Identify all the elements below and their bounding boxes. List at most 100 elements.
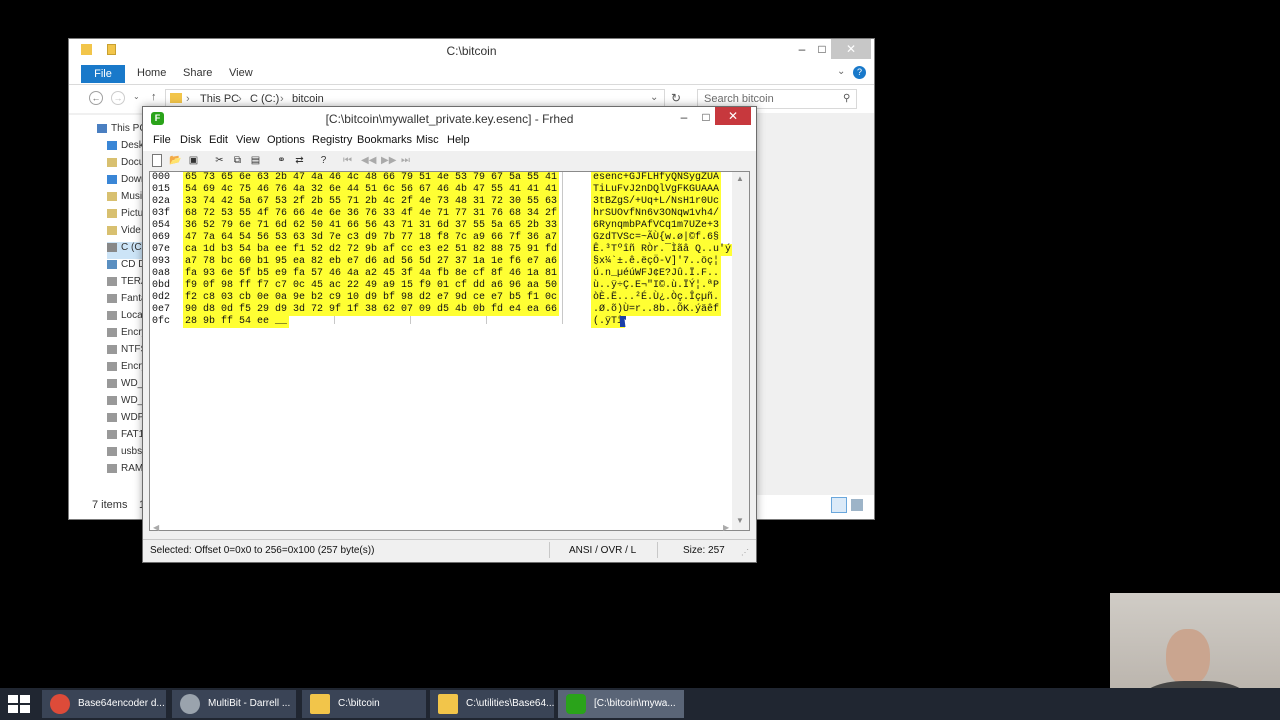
- menu-help[interactable]: Help: [447, 134, 470, 146]
- last-bookmark-icon[interactable]: ⏭: [399, 154, 412, 167]
- tab-share[interactable]: Share: [183, 67, 212, 79]
- save-icon[interactable]: ▣: [187, 154, 200, 167]
- hex-row[interactable]: a7 78 bc 60 b1 95 ea 82 eb e7 d6 ad 56 5…: [183, 256, 560, 268]
- menu-edit[interactable]: Edit: [209, 134, 228, 146]
- menu-misc[interactable]: Misc: [416, 134, 439, 146]
- hex-row[interactable]: 47 7a 64 54 56 53 63 3d 7e c3 d9 7b 77 1…: [183, 232, 560, 244]
- menu-registry[interactable]: Registry: [312, 134, 352, 146]
- menu-disk[interactable]: Disk: [180, 134, 201, 146]
- breadcrumb-this-pc[interactable]: This PC: [200, 93, 239, 105]
- details-view-icon[interactable]: [831, 497, 847, 513]
- breadcrumb-bitcoin[interactable]: bitcoin: [292, 93, 324, 105]
- ascii-row[interactable]: ù..ÿ÷Ç.E¬"I©.ù.ÏÝ¦.ªP: [591, 280, 722, 292]
- help-icon[interactable]: ?: [853, 66, 866, 79]
- close-button[interactable]: ✕: [715, 107, 751, 125]
- nav-item[interactable]: RAM: [107, 463, 143, 480]
- hex-editor-area[interactable]: 000 65 73 65 6e 63 2b 47 4a 46 4c 48 66 …: [149, 171, 750, 531]
- ascii-row[interactable]: 6RynqmbPAfVCq1m7UZe+3: [591, 220, 722, 232]
- cut-icon[interactable]: ✂: [213, 154, 226, 167]
- next-bookmark-icon[interactable]: ▶▶: [381, 154, 396, 167]
- taskbar-item-explorer-bitcoin[interactable]: C:\bitcoin: [302, 690, 426, 718]
- replace-icon[interactable]: ⇄: [293, 154, 306, 167]
- nav-item[interactable]: Encry: [107, 361, 147, 378]
- chevron-down-icon[interactable]: ⌄: [837, 66, 845, 77]
- ascii-row[interactable]: ú.n_µéúWFJ¢E?Jû.Ï.F..: [591, 268, 722, 280]
- copy-icon[interactable]: ⧉: [231, 154, 244, 167]
- windows-start-icon[interactable]: [8, 695, 30, 713]
- nav-item[interactable]: Musi: [107, 191, 142, 208]
- nav-item[interactable]: Vide: [107, 225, 141, 242]
- menu-bookmarks[interactable]: Bookmarks: [357, 134, 412, 146]
- ascii-row[interactable]: .Ø.õ)Ù=r..8b..ÕK.ýäêf: [591, 304, 722, 316]
- paste-icon[interactable]: ▤: [249, 154, 262, 167]
- nav-item[interactable]: Dowr: [107, 174, 144, 191]
- taskbar-item-multibit[interactable]: MultiBit - Darrell ...: [172, 690, 296, 718]
- tab-file[interactable]: File: [81, 65, 125, 83]
- nav-item[interactable]: Fanta: [107, 293, 147, 310]
- nav-item[interactable]: CD D: [107, 259, 145, 276]
- tab-view[interactable]: View: [229, 67, 253, 79]
- nav-item[interactable]: usbs: [107, 446, 142, 463]
- hex-row[interactable]: 65 73 65 6e 63 2b 47 4a 46 4c 48 66 79 5…: [183, 172, 560, 184]
- close-button[interactable]: ✕: [831, 39, 871, 59]
- nav-item[interactable]: Docu: [107, 157, 144, 174]
- hex-row[interactable]: 28 9b ff 54 ee __: [183, 316, 290, 328]
- nav-item[interactable]: Pictu: [107, 208, 143, 225]
- taskbar-item-frhed[interactable]: [C:\bitcoin\mywa...: [558, 690, 684, 718]
- menu-view[interactable]: View: [236, 134, 260, 146]
- frhed-titlebar[interactable]: F [C:\bitcoin\mywallet_private.key.esenc…: [143, 107, 756, 131]
- scroll-right-icon[interactable]: ▶: [723, 523, 729, 532]
- back-icon[interactable]: ←: [89, 91, 103, 105]
- explorer-titlebar[interactable]: C:\bitcoin – □ ✕: [69, 39, 874, 63]
- menu-options[interactable]: Options: [267, 134, 305, 146]
- hex-row[interactable]: f2 c8 03 cb 0e 0a 9e b2 c9 10 d9 bf 98 d…: [183, 292, 560, 304]
- nav-item[interactable]: Desk: [107, 140, 144, 157]
- hex-row[interactable]: fa 93 6e 5f b5 e9 fa 57 46 4a a2 45 3f 4…: [183, 268, 560, 280]
- ascii-row[interactable]: GzdTVSc=~ÃÙ{w.ø|©f.6§: [591, 232, 722, 244]
- hex-row[interactable]: 54 69 4c 75 46 76 4a 32 6e 44 51 6c 56 6…: [183, 184, 560, 196]
- ascii-row[interactable]: Ê.³Tºîñ RÒr.¯Ìãâ Q..u'ý: [591, 244, 734, 256]
- hex-row[interactable]: 33 74 42 5a 67 53 2f 2b 55 71 2b 4c 2f 4…: [183, 196, 560, 208]
- tab-home[interactable]: Home: [137, 67, 166, 79]
- hex-row[interactable]: 68 72 53 55 4f 76 66 4e 6e 36 76 33 4f 4…: [183, 208, 560, 220]
- up-icon[interactable]: ↑: [151, 91, 157, 103]
- hex-row[interactable]: 36 52 79 6e 71 6d 62 50 41 66 56 43 71 3…: [183, 220, 560, 232]
- ascii-row[interactable]: TiLuFvJ2nDQlVgFKGUAAA: [591, 184, 722, 196]
- recent-locations-icon[interactable]: ⌄: [133, 92, 140, 101]
- taskbar-item-explorer-utilities[interactable]: C:\utilities\Base64...: [430, 690, 554, 718]
- nav-item[interactable]: Encry: [107, 327, 147, 344]
- frhed-window[interactable]: F [C:\bitcoin\mywallet_private.key.esenc…: [142, 106, 757, 563]
- ascii-row[interactable]: esenc+GJFLHfyQNSygZUA: [591, 172, 722, 184]
- forward-icon[interactable]: →: [111, 91, 125, 105]
- scroll-down-icon[interactable]: ▼: [736, 516, 744, 525]
- nav-item[interactable]: WDP: [107, 412, 144, 429]
- hex-row[interactable]: 90 d8 0d f5 29 d9 3d 72 9f 1f 38 62 07 0…: [183, 304, 560, 316]
- large-icons-view-icon[interactable]: [851, 499, 863, 511]
- menu-file[interactable]: File: [153, 134, 171, 146]
- ascii-row[interactable]: hrSUOvfNn6v3ONqw1vh4/: [591, 208, 722, 220]
- address-dropdown-icon[interactable]: ⌄: [650, 92, 658, 103]
- nav-item[interactable]: FAT1: [107, 429, 144, 446]
- hex-row[interactable]: ca 1d b3 54 ba ee f1 52 d2 72 9b af cc e…: [183, 244, 560, 256]
- search-icon[interactable]: ⚲: [843, 93, 850, 104]
- scroll-up-icon[interactable]: ▲: [736, 174, 744, 183]
- nav-item[interactable]: Loca: [107, 310, 143, 327]
- prev-bookmark-icon[interactable]: ◀◀: [361, 154, 376, 167]
- ascii-row[interactable]: 3tBZgS/+Uq+L/NsH1r0Uc: [591, 196, 722, 208]
- ascii-row[interactable]: òÈ.Ë...²É.Ù¿.Òç.Îçµñ.: [591, 292, 722, 304]
- refresh-icon[interactable]: ↻: [671, 91, 681, 105]
- ascii-row[interactable]: §x¼`±.ê.ëçÖ-V]'7..öç¦: [591, 256, 722, 268]
- scroll-left-icon[interactable]: ◀: [153, 523, 159, 532]
- taskbar-item-chrome[interactable]: Base64encoder d...: [42, 690, 166, 718]
- breadcrumb-drive[interactable]: C (C:): [250, 93, 279, 105]
- nav-item-selected[interactable]: C (C:: [107, 242, 145, 259]
- new-file-icon[interactable]: [152, 154, 162, 167]
- find-icon[interactable]: ⚭: [275, 154, 288, 167]
- first-bookmark-icon[interactable]: ⏮: [341, 154, 354, 167]
- help-icon[interactable]: ?: [317, 154, 330, 167]
- hex-row[interactable]: f9 0f 98 ff f7 c7 0c 45 ac 22 49 a9 15 f…: [183, 280, 560, 292]
- vertical-scrollbar[interactable]: ▲ ▼: [732, 172, 749, 530]
- nav-item[interactable]: This PC: [97, 123, 147, 140]
- resize-grip-icon[interactable]: ⋰: [741, 548, 749, 557]
- open-icon[interactable]: 📂: [169, 154, 182, 167]
